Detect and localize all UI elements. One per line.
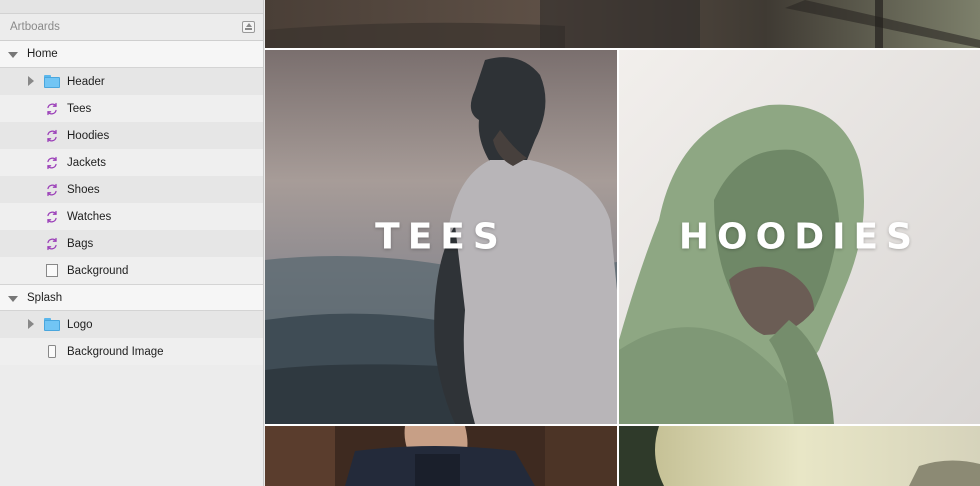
- folder-icon: [44, 317, 60, 332]
- jackets-tile[interactable]: [265, 426, 617, 486]
- layer-item-watches[interactable]: Watches: [0, 203, 263, 230]
- layer-item-label: Watches: [67, 210, 112, 223]
- folder-icon: [44, 74, 60, 89]
- tees-tile[interactable]: TEES: [265, 50, 617, 424]
- hoodies-tile[interactable]: HOODIES: [619, 50, 980, 424]
- layer-item-label: Logo: [67, 318, 93, 331]
- layer-item-label: Hoodies: [67, 129, 110, 142]
- artboards-header-label: Artboards: [10, 21, 60, 33]
- layer-item-label: Bags: [67, 237, 94, 250]
- symbol-icon: [44, 209, 60, 224]
- layers-sidebar: Artboards Home Header Tees Hoodies Jacke…: [0, 0, 264, 486]
- disclosure-open-icon[interactable]: [8, 296, 18, 302]
- layer-item-jackets[interactable]: Jackets: [0, 149, 263, 176]
- symbol-icon: [44, 236, 60, 251]
- artboard-canvas[interactable]: TEES HOODIES: [265, 0, 980, 486]
- layer-item-background[interactable]: Background: [0, 257, 263, 284]
- symbol-icon: [44, 101, 60, 116]
- layer-item-label: Tees: [67, 102, 92, 115]
- phone-icon: [44, 344, 60, 359]
- artboard-group-splash[interactable]: Splash: [0, 284, 263, 311]
- layer-item-bags[interactable]: Bags: [0, 230, 263, 257]
- tees-title: TEES: [375, 216, 507, 258]
- layer-item-shoes[interactable]: Shoes: [0, 176, 263, 203]
- layer-item-label: Header: [67, 75, 105, 88]
- rectangle-icon: [44, 263, 60, 278]
- layer-item-header[interactable]: Header: [0, 68, 263, 95]
- top-banner-image[interactable]: [265, 0, 980, 48]
- artboard-group-label: Splash: [27, 291, 63, 304]
- hoodies-title: HOODIES: [678, 216, 921, 258]
- layer-item-label: Background: [67, 264, 129, 277]
- layer-item-label: Jackets: [67, 156, 106, 169]
- layer-item-hoodies[interactable]: Hoodies: [0, 122, 263, 149]
- layer-item-tees[interactable]: Tees: [0, 95, 263, 122]
- disclosure-open-icon[interactable]: [8, 52, 18, 58]
- layer-item-label: Background Image: [67, 345, 164, 358]
- artboard-group-home[interactable]: Home: [0, 41, 263, 68]
- shoes-tile[interactable]: [619, 426, 980, 486]
- symbol-icon: [44, 128, 60, 143]
- layer-item-logo[interactable]: Logo: [0, 311, 263, 338]
- symbol-icon: [44, 155, 60, 170]
- artboards-header: Artboards: [0, 14, 263, 41]
- layer-item-label: Shoes: [67, 183, 100, 196]
- sidebar-top-strip: [0, 0, 263, 14]
- symbol-icon: [44, 182, 60, 197]
- disclosure-closed-icon[interactable]: [28, 319, 34, 329]
- disclosure-closed-icon[interactable]: [28, 76, 34, 86]
- layer-item-background-image[interactable]: Background Image: [0, 338, 263, 365]
- artboard-group-label: Home: [27, 48, 58, 60]
- collapse-panel-button[interactable]: [242, 21, 255, 33]
